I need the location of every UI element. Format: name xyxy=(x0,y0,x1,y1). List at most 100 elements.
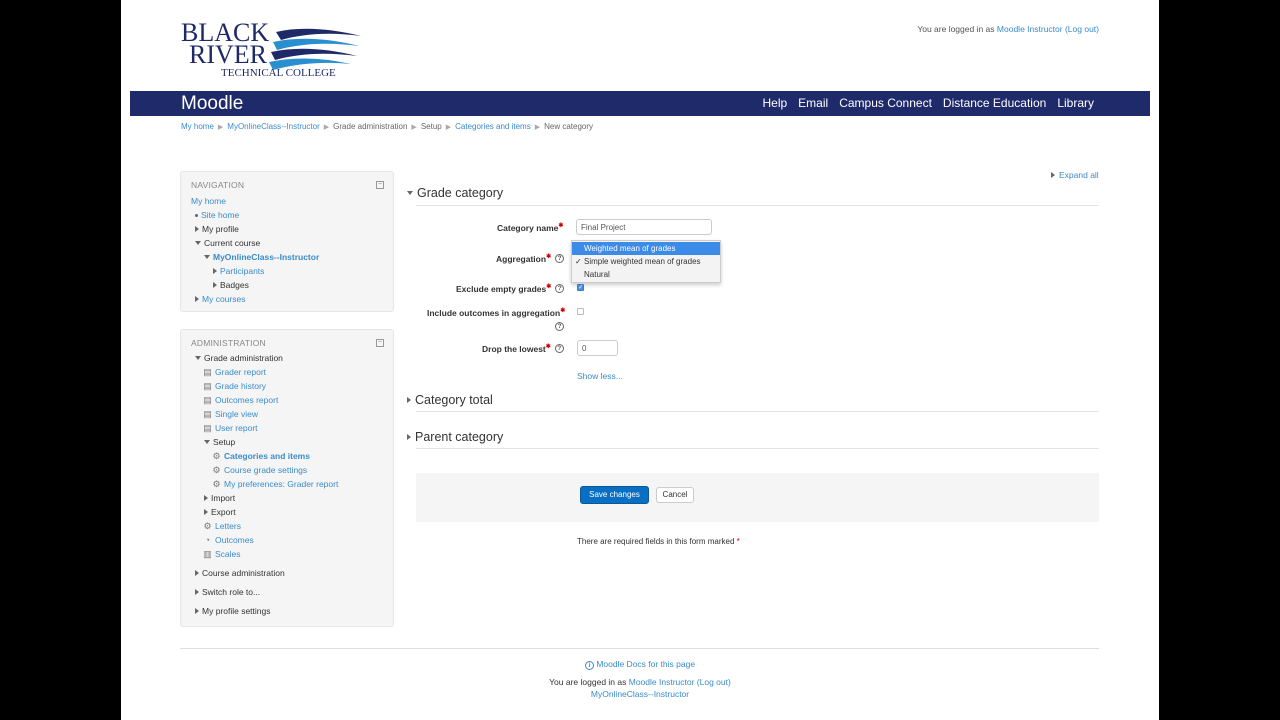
nav-library[interactable]: Library xyxy=(1057,96,1094,110)
moodle-docs-link[interactable]: Moodle Docs for this page xyxy=(596,659,695,669)
aggregation-option-simple-weighted-label[interactable]: Simple weighted mean of grades xyxy=(584,257,701,266)
cancel-button[interactable]: Cancel xyxy=(656,487,694,503)
admin-setup-label[interactable]: Setup xyxy=(213,437,235,447)
admin-my-preferences-label[interactable]: My preferences: Grader report xyxy=(224,479,338,489)
brand-moodle[interactable]: Moodle xyxy=(181,93,243,115)
admin-letters[interactable]: ⚙ Letters xyxy=(203,521,241,531)
section-grade-category-title[interactable]: Grade category xyxy=(417,186,503,200)
admin-outcomes-report[interactable]: ▤ Outcomes report xyxy=(203,395,278,405)
help-icon[interactable]: ? xyxy=(554,343,564,353)
admin-my-preferences[interactable]: ⚙ My preferences: Grader report xyxy=(212,479,338,489)
nav-my-home[interactable]: My home xyxy=(191,196,226,206)
nav-my-courses-label[interactable]: My courses xyxy=(202,294,245,304)
admin-grade-history[interactable]: ▤ Grade history xyxy=(203,381,266,391)
section-grade-category[interactable]: Grade category xyxy=(407,186,503,200)
nav-course-name-label[interactable]: MyOnlineClass--Instructor xyxy=(213,252,319,262)
exclude-empty-checkbox[interactable]: ✓ xyxy=(577,284,584,291)
breadcrumb-my-home[interactable]: My home xyxy=(181,122,214,131)
admin-export-label[interactable]: Export xyxy=(211,507,236,517)
nav-site-home-label[interactable]: Site home xyxy=(201,210,239,220)
admin-single-view[interactable]: ▤ Single view xyxy=(203,409,258,419)
admin-course-grade-settings[interactable]: ⚙ Course grade settings xyxy=(212,465,307,475)
logout-link[interactable]: (Log out) xyxy=(1065,24,1099,34)
navigation-block-title: NAVIGATION xyxy=(191,180,245,190)
expand-all-link[interactable]: Expand all xyxy=(1059,170,1099,180)
nav-current-course-label[interactable]: Current course xyxy=(204,238,260,248)
expand-all[interactable]: Expand all xyxy=(1051,170,1099,180)
admin-setup[interactable]: Setup xyxy=(204,437,235,447)
section-parent-category[interactable]: Parent category xyxy=(407,430,503,444)
nav-campus-connect[interactable]: Campus Connect xyxy=(839,96,932,110)
block-collapse-icon[interactable]: − xyxy=(376,339,384,347)
help-icon[interactable]: ? xyxy=(555,253,565,263)
admin-my-profile-settings[interactable]: My profile settings xyxy=(195,606,271,616)
admin-import[interactable]: Import xyxy=(204,493,235,503)
category-name-input[interactable]: Final Project xyxy=(576,219,712,235)
nav-email[interactable]: Email xyxy=(798,96,828,110)
admin-grade-history-label[interactable]: Grade history xyxy=(215,381,266,391)
nav-help[interactable]: Help xyxy=(762,96,787,110)
admin-export[interactable]: Export xyxy=(204,507,236,517)
admin-user-report[interactable]: ▤ User report xyxy=(203,423,258,433)
admin-user-report-label[interactable]: User report xyxy=(215,423,258,433)
admin-categories-items[interactable]: ⚙ Categories and items xyxy=(212,451,310,461)
breadcrumb-course[interactable]: MyOnlineClass--Instructor xyxy=(227,122,319,131)
nav-participants[interactable]: Participants xyxy=(213,266,264,276)
nav-site-home[interactable]: Site home xyxy=(195,210,239,220)
nav-participants-label[interactable]: Participants xyxy=(220,266,264,276)
admin-letters-label[interactable]: Letters xyxy=(215,521,241,531)
save-changes-button[interactable]: Save changes xyxy=(580,486,649,504)
admin-my-profile-settings-label[interactable]: My profile settings xyxy=(202,606,271,616)
admin-grade-administration[interactable]: Grade administration xyxy=(195,353,283,363)
college-logo[interactable]: BLACK RIVER TECHNICAL COLLEGE xyxy=(181,20,363,82)
aggregation-option-weighted-mean[interactable]: Weighted mean of grades xyxy=(572,242,720,255)
nav-course-name[interactable]: MyOnlineClass--Instructor xyxy=(204,252,319,262)
required-icon: ✱ xyxy=(558,223,564,229)
admin-outcomes-report-label[interactable]: Outcomes report xyxy=(215,395,278,405)
section-parent-category-title[interactable]: Parent category xyxy=(415,430,503,444)
required-fields-note-text: There are required fields in this form m… xyxy=(577,537,735,546)
nav-badges[interactable]: Badges xyxy=(213,280,249,290)
footer-course-link[interactable]: MyOnlineClass--Instructor xyxy=(591,689,689,699)
section-category-total[interactable]: Category total xyxy=(407,393,493,407)
required-icon: ✱ xyxy=(545,344,551,350)
admin-grader-report-label[interactable]: Grader report xyxy=(215,367,266,377)
admin-scales[interactable]: ▥ Scales xyxy=(203,549,241,559)
nav-distance-education[interactable]: Distance Education xyxy=(943,96,1046,110)
nav-badges-label[interactable]: Badges xyxy=(220,280,249,290)
admin-grader-report[interactable]: ▤ Grader report xyxy=(203,367,266,377)
help-icon[interactable]: ? xyxy=(555,283,565,293)
include-outcomes-checkbox[interactable] xyxy=(577,308,584,315)
admin-outcomes-label[interactable]: Outcomes xyxy=(215,535,254,545)
nav-my-courses[interactable]: My courses xyxy=(195,294,245,304)
section-category-total-title[interactable]: Category total xyxy=(415,393,493,407)
footer-login-user-link[interactable]: Moodle Instructor xyxy=(629,677,695,687)
admin-import-label[interactable]: Import xyxy=(211,493,235,503)
admin-single-view-label[interactable]: Single view xyxy=(215,409,258,419)
admin-scales-label[interactable]: Scales xyxy=(215,549,241,559)
footer-logout-link[interactable]: (Log out) xyxy=(697,677,731,687)
block-collapse-icon[interactable]: − xyxy=(376,181,384,189)
admin-course-administration-label[interactable]: Course administration xyxy=(202,568,285,578)
login-user-link[interactable]: Moodle Instructor xyxy=(997,24,1063,34)
admin-switch-role[interactable]: Switch role to... xyxy=(195,587,260,597)
aggregation-option-simple-weighted[interactable]: ✓ Simple weighted mean of grades xyxy=(572,255,720,268)
admin-course-administration[interactable]: Course administration xyxy=(195,568,285,578)
nav-current-course[interactable]: Current course xyxy=(195,238,260,248)
admin-outcomes[interactable]: ◔ Outcomes xyxy=(203,535,254,545)
breadcrumb-new-category: New category xyxy=(544,122,594,131)
aggregation-option-natural[interactable]: Natural xyxy=(572,268,720,281)
nav-my-home-label[interactable]: My home xyxy=(191,196,226,206)
admin-grade-administration-label[interactable]: Grade administration xyxy=(204,353,283,363)
nav-my-profile[interactable]: My profile xyxy=(195,224,239,234)
navigation-block: NAVIGATION − My home Site home My profil… xyxy=(180,171,394,312)
show-less-link[interactable]: Show less... xyxy=(577,371,623,381)
nav-my-profile-label[interactable]: My profile xyxy=(202,224,239,234)
admin-switch-role-label[interactable]: Switch role to... xyxy=(202,587,260,597)
aggregation-dropdown[interactable]: Weighted mean of grades ✓ Simple weighte… xyxy=(571,240,721,283)
breadcrumb-categories-items[interactable]: Categories and items xyxy=(455,122,531,131)
drop-lowest-input[interactable]: 0 xyxy=(577,340,618,356)
admin-course-grade-settings-label[interactable]: Course grade settings xyxy=(224,465,307,475)
help-icon[interactable]: ? xyxy=(555,322,564,331)
admin-categories-items-label[interactable]: Categories and items xyxy=(224,451,310,461)
